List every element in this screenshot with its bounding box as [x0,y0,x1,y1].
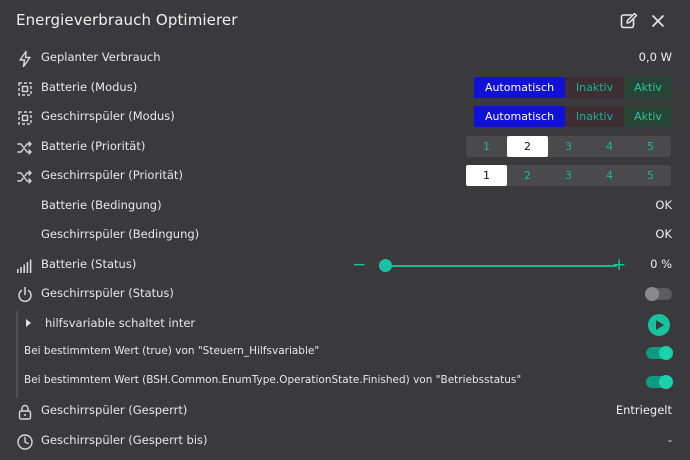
battery-priority-label: Batterie (Priorität) [41,139,146,153]
battery-mode-label: Batterie (Modus) [41,80,138,94]
battery-mode-inaktiv[interactable]: Inaktiv [565,77,624,98]
row-dishwasher-condition: Geschirrspüler (Bedingung) OK [0,221,690,250]
battery-priority-4[interactable]: 4 [589,136,630,157]
battery-priority-1[interactable]: 1 [466,136,507,157]
toggle-knob [659,375,673,389]
battery-status-slider-thumb[interactable] [378,259,392,272]
row-battery-priority: Batterie (Priorität) 1 2 3 4 5 [0,133,690,162]
dishwasher-status-toggle[interactable] [645,287,672,301]
script-label: hilfsvariable schaltet inter [45,316,196,330]
battery-mode-selector: Automatisch Inaktiv Aktiv [474,77,672,98]
battery-status-value: 0 % [650,257,672,271]
close-icon [652,15,664,27]
planned-consumption-value: 0,0 W [638,50,672,64]
energy-optimizer-dialog: Energieverbrauch Optimierer Geplanter Ve… [0,0,690,460]
pencil-square-icon [620,12,638,29]
planned-consumption-label: Geplanter Verbrauch [41,50,161,64]
run-script-button[interactable] [648,314,670,336]
locked-label: Geschirrspüler (Gesperrt) [41,403,188,417]
trigger-1-label: Bei bestimmtem Wert (true) von "Steuern_… [24,345,320,357]
row-battery-mode: Batterie (Modus) Automatisch Inaktiv Akt… [0,74,690,103]
locked-until-label: Geschirrspüler (Gesperrt bis) [41,433,208,447]
slider-increase-button[interactable]: + [612,255,626,275]
lock-icon [16,403,34,421]
dishwasher-priority-selector: 1 2 3 4 5 [466,165,671,186]
dishwasher-mode-inaktiv[interactable]: Inaktiv [565,106,624,127]
mode-icon [16,80,34,98]
dialog-header: Energieverbrauch Optimierer [0,0,690,44]
trigger-2-toggle[interactable] [646,375,673,389]
battery-condition-label: Batterie (Bedingung) [41,198,162,212]
row-locked-until: Geschirrspüler (Gesperrt bis) - [0,427,690,456]
row-script: hilfsvariable schaltet inter [0,310,690,339]
locked-value: Entriegelt [615,403,672,417]
toggle-knob [659,346,673,360]
row-planned-consumption: Geplanter Verbrauch 0,0 W [0,44,690,73]
dishwasher-condition-label: Geschirrspüler (Bedingung) [41,227,200,241]
dishwasher-mode-selector: Automatisch Inaktiv Aktiv [474,106,672,127]
edit-button[interactable] [619,11,639,31]
dishwasher-mode-label: Geschirrspüler (Modus) [41,109,175,123]
locked-until-value: - [667,433,672,447]
battery-priority-2[interactable]: 2 [507,136,548,157]
dishwasher-status-label: Geschirrspüler (Status) [41,286,174,300]
dishwasher-condition-value: OK [655,227,672,241]
row-battery-condition: Batterie (Bedingung) OK [0,192,690,221]
battery-status-label: Batterie (Status) [41,257,137,271]
battery-condition-value: OK [655,198,672,212]
dishwasher-priority-1[interactable]: 1 [466,165,507,186]
clock-icon [16,433,34,451]
dishwasher-priority-label: Geschirrspüler (Priorität) [41,168,183,182]
dishwasher-mode-aktiv[interactable]: Aktiv [624,106,672,127]
battery-priority-3[interactable]: 3 [548,136,589,157]
dishwasher-priority-4[interactable]: 4 [589,165,630,186]
lightning-icon [16,50,34,68]
toggle-knob [645,287,659,301]
shuffle-icon [16,168,34,186]
shuffle-icon [16,139,34,157]
dishwasher-priority-5[interactable]: 5 [630,165,671,186]
battery-mode-automatisch[interactable]: Automatisch [474,77,565,98]
power-icon [16,286,34,304]
slider-decrease-button[interactable]: − [352,255,366,275]
chevron-right-icon[interactable] [26,319,31,327]
battery-mode-aktiv[interactable]: Aktiv [624,77,672,98]
mode-icon [16,109,34,127]
row-dishwasher-status: Geschirrspüler (Status) [0,280,690,309]
row-dishwasher-priority: Geschirrspüler (Priorität) 1 2 3 4 5 [0,162,690,191]
row-locked: Geschirrspüler (Gesperrt) Entriegelt [0,397,690,426]
row-battery-status: Batterie (Status) − + 0 % [0,251,690,280]
row-dishwasher-mode: Geschirrspüler (Modus) Automatisch Inakt… [0,103,690,132]
battery-priority-5[interactable]: 5 [630,136,671,157]
dishwasher-priority-3[interactable]: 3 [548,165,589,186]
dishwasher-mode-automatisch[interactable]: Automatisch [474,106,565,127]
signal-bars-icon [16,257,34,275]
battery-priority-selector: 1 2 3 4 5 [466,136,671,157]
dialog-title: Energieverbrauch Optimierer [16,11,238,29]
row-trigger-1: Bei bestimmtem Wert (true) von "Steuern_… [0,339,690,368]
close-button[interactable] [648,11,668,31]
trigger-1-toggle[interactable] [646,346,673,360]
trigger-2-label: Bei bestimmtem Wert (BSH.Common.EnumType… [24,374,522,386]
battery-status-slider-track[interactable] [385,265,617,267]
row-trigger-2: Bei bestimmtem Wert (BSH.Common.EnumType… [0,368,690,397]
dishwasher-priority-2[interactable]: 2 [507,165,548,186]
